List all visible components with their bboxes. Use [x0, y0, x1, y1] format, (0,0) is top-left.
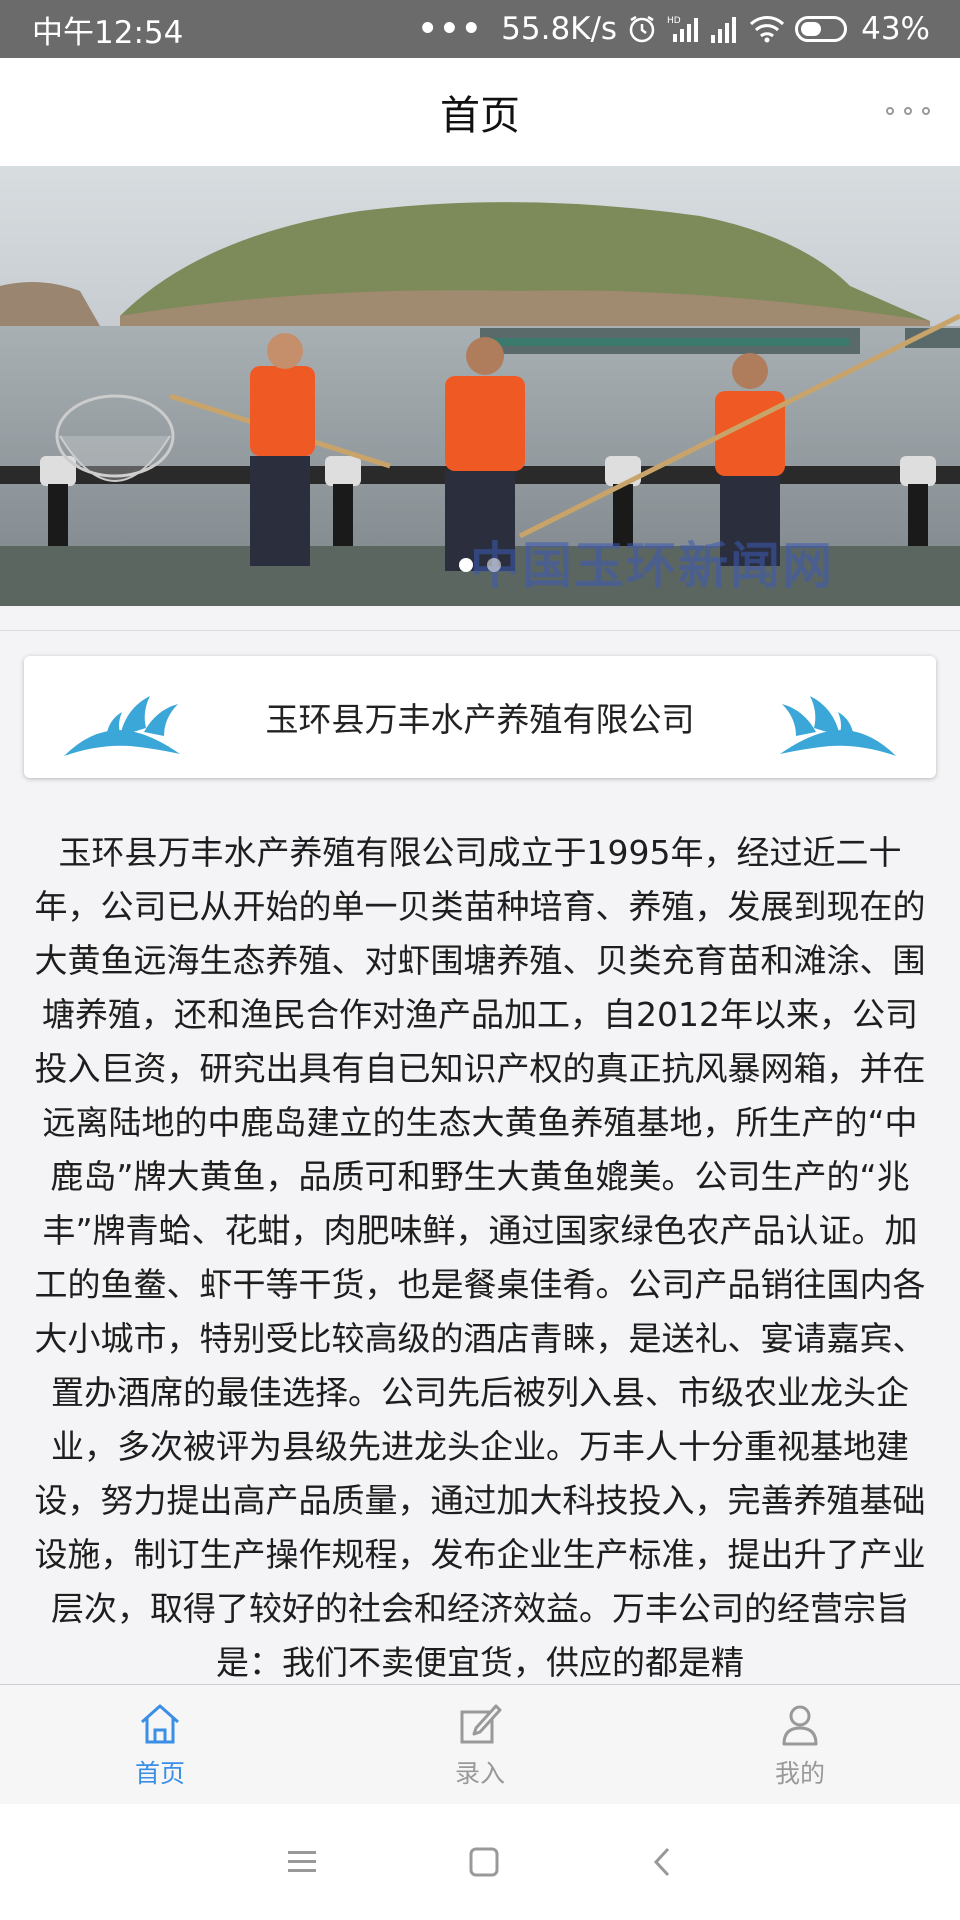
back-icon[interactable] [650, 1846, 674, 1878]
tab-home[interactable]: 首页 [0, 1685, 320, 1805]
title-bar: 首页 [0, 58, 960, 167]
alarm-icon [627, 14, 657, 44]
page-title: 首页 [440, 93, 520, 139]
edit-icon [460, 1704, 502, 1744]
carousel-dot [487, 558, 501, 572]
status-right: ••• 55.8K/s HD 43% [418, 11, 930, 47]
company-card: 玉环县万丰水产养殖有限公司 [24, 656, 936, 778]
bottom-tab-bar: 首页 录入 我的 [0, 1684, 960, 1805]
home-square-icon[interactable] [468, 1846, 500, 1878]
system-navigation-bar [0, 1804, 960, 1920]
tab-mine-label: 我的 [774, 1759, 825, 1788]
signal-icon [709, 15, 739, 43]
menu-icon[interactable] [286, 1848, 318, 1876]
network-speed: 55.8K/s [501, 11, 618, 47]
carousel-indicator [0, 558, 960, 572]
battery-icon [795, 16, 848, 42]
hd-signal-icon: HD [667, 14, 699, 44]
status-dots: ••• [417, 11, 484, 47]
status-bar: 中午12:54 ••• 55.8K/s HD 43% [0, 0, 960, 58]
home-icon [141, 1704, 179, 1744]
carousel-dot-active [459, 558, 473, 572]
section-divider [0, 606, 960, 631]
tab-input-label: 录入 [454, 1759, 505, 1788]
banner-carousel[interactable]: 中国玉环新闻网 [0, 166, 960, 606]
company-description: 玉环县万丰水产养殖有限公司成立于1995年，经过近二十年，公司已从开始的单一贝类… [34, 833, 926, 1682]
user-icon [782, 1705, 818, 1746]
wifi-icon [749, 15, 785, 43]
battery-level: 43% [861, 11, 930, 47]
company-name: 玉环县万丰水产养殖有限公司 [265, 700, 695, 739]
tab-mine[interactable]: 我的 [640, 1685, 960, 1805]
more-icon[interactable] [886, 96, 930, 126]
wave-icon [60, 690, 190, 766]
svg-text:HD: HD [667, 16, 681, 26]
tab-home-label: 首页 [134, 1759, 185, 1788]
tab-input[interactable]: 录入 [320, 1685, 640, 1805]
status-time: 中午12:54 [32, 14, 184, 51]
wave-icon [770, 690, 900, 766]
